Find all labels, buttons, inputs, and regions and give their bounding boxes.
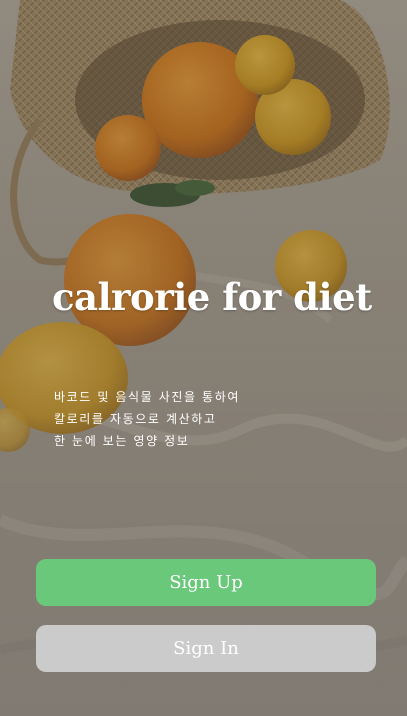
login-screen: calrorie for diet 바코드 및 음식물 사진을 통하여 칼로리를… [0, 0, 407, 716]
sign-in-button[interactable]: Sign In [36, 625, 376, 672]
description-line-1: 바코드 및 음식물 사진을 통하여 [54, 390, 240, 404]
app-title: calrorie for diet [52, 275, 372, 319]
sign-up-button[interactable]: Sign Up [36, 559, 376, 606]
app-description: 바코드 및 음식물 사진을 통하여 칼로리를 자동으로 계산하고 한 눈에 보는… [54, 386, 354, 452]
background-overlay [0, 0, 407, 716]
description-line-2: 칼로리를 자동으로 계산하고 [54, 412, 217, 426]
description-line-3: 한 눈에 보는 영양 정보 [54, 434, 190, 448]
